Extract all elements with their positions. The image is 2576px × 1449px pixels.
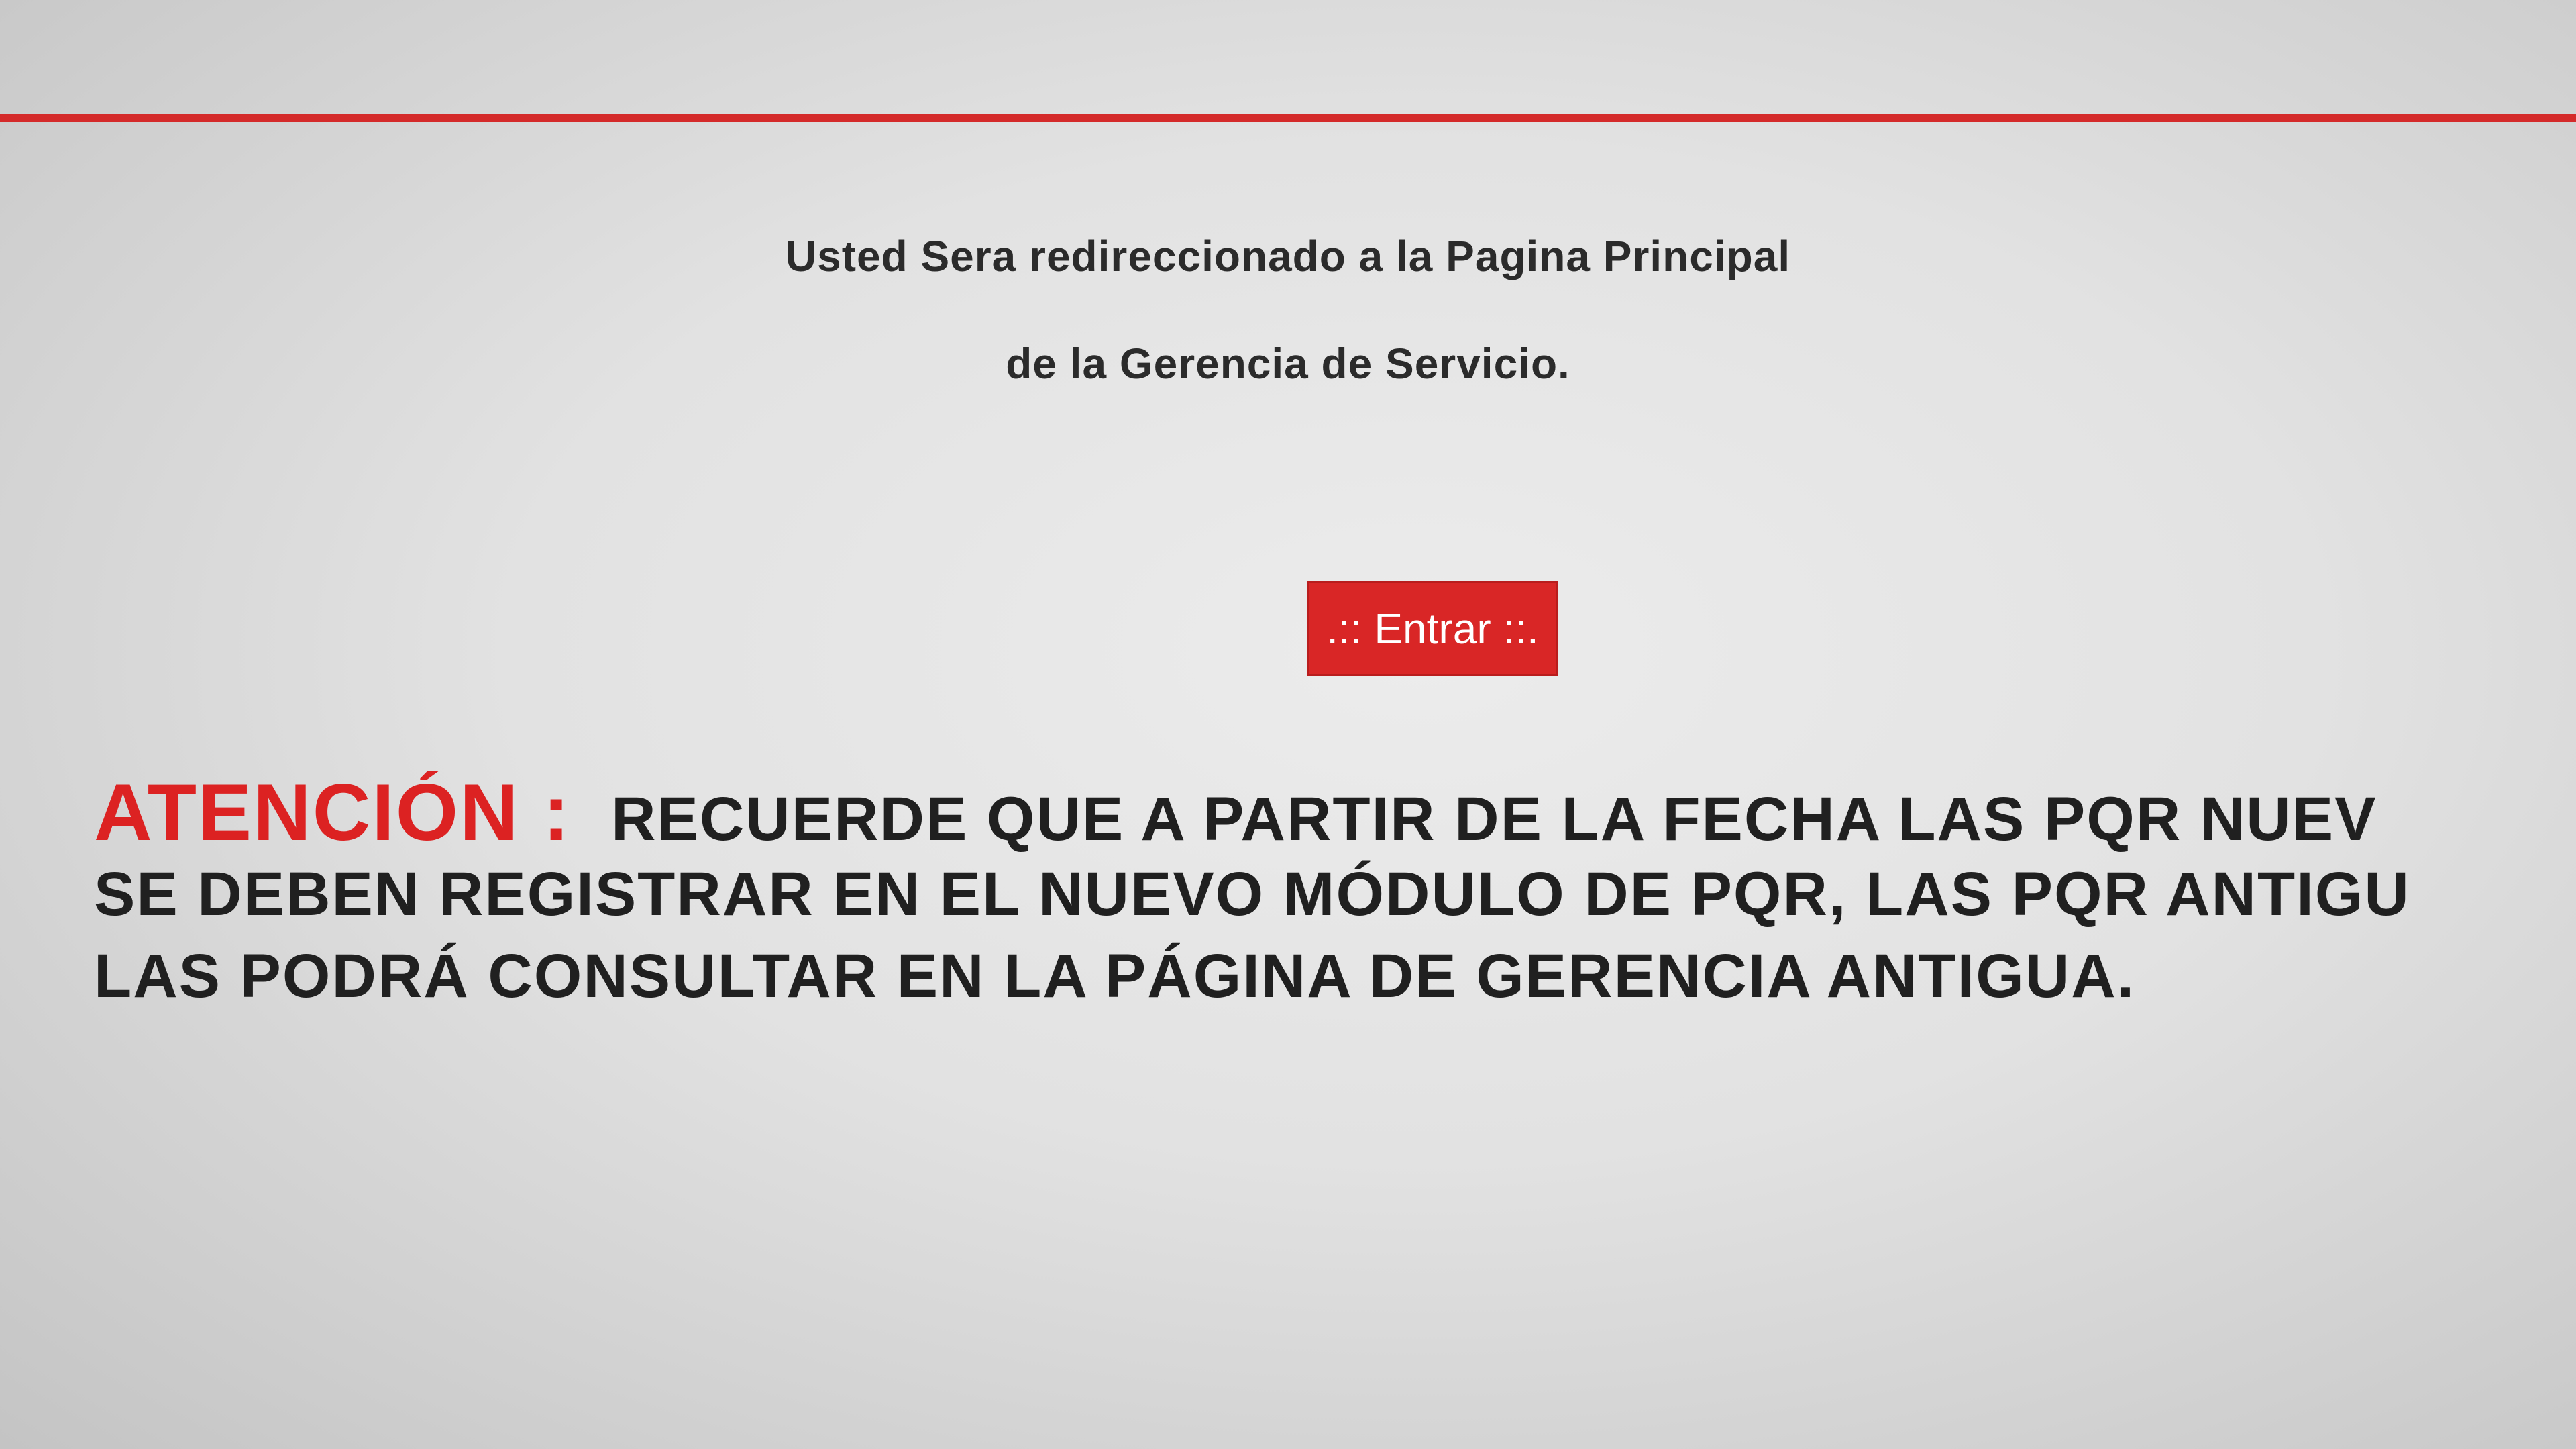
attention-label: ATENCIÓN : [94,771,572,857]
attention-notice: ATENCIÓN : RECUERDE QUE A PARTIR DE LA FE… [94,771,2576,1017]
redirect-message-line-1: Usted Sera redireccionado a la Pagina Pr… [785,232,1791,280]
enter-button[interactable]: .:: Entrar ::. [1307,581,1558,676]
notice-row-1: ATENCIÓN : RECUERDE QUE A PARTIR DE LA FE… [94,771,2576,853]
notice-text-line-2: SE DEBEN REGISTRAR EN EL NUEVO MÓDULO DE… [94,860,2410,928]
notice-text-line-3: LAS PODRÁ CONSULTAR EN LA PÁGINA DE GERE… [94,942,2136,1010]
notice-text-line-1: RECUERDE QUE A PARTIR DE LA FECHA LAS PQ… [611,785,2377,853]
redirect-message-line-2: de la Gerencia de Servicio. [1006,339,1570,388]
top-red-divider [0,114,2576,122]
